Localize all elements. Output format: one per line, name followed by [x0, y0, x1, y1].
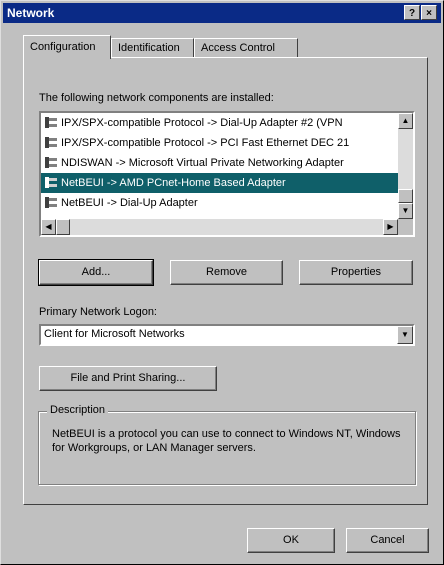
description-text: NetBEUI is a protocol you can use to con…	[52, 428, 401, 454]
help-button[interactable]: ?	[404, 5, 420, 20]
list-item-label: NDISWAN -> Microsoft Virtual Private Net…	[61, 157, 344, 169]
components-label: The following network components are ins…	[39, 92, 274, 104]
add-button[interactable]: Add...	[38, 259, 154, 286]
scrollbar-corner	[398, 219, 413, 235]
title-bar[interactable]: Network ? ×	[3, 3, 441, 23]
scroll-up-arrow-icon[interactable]: ▲	[398, 113, 413, 129]
list-item-label: IPX/SPX-compatible Protocol -> Dial-Up A…	[61, 117, 343, 129]
tab-access-control-label: Access Control	[201, 42, 275, 54]
scroll-left-arrow-icon[interactable]: ◀	[41, 219, 56, 235]
protocol-icon	[45, 177, 57, 188]
cancel-button[interactable]: Cancel	[346, 528, 429, 553]
scroll-thumb[interactable]	[398, 189, 413, 203]
horizontal-scrollbar[interactable]: ◀ ▶	[41, 219, 398, 235]
vertical-scrollbar[interactable]: ▲ ▼	[398, 113, 413, 219]
list-item-label: IPX/SPX-compatible Protocol -> PCI Fast …	[61, 137, 350, 149]
description-title: Description	[47, 404, 109, 416]
tab-identification[interactable]: Identification	[111, 38, 194, 58]
remove-button[interactable]: Remove	[170, 260, 283, 285]
protocol-icon	[45, 197, 57, 208]
tab-configuration[interactable]: Configuration	[23, 35, 111, 59]
primary-logon-value: Client for Microsoft Networks	[44, 328, 185, 340]
list-item[interactable]: NDISWAN -> Microsoft Virtual Private Net…	[41, 153, 398, 173]
tab-access-control[interactable]: Access Control	[194, 38, 298, 58]
protocol-icon	[45, 137, 57, 148]
tab-configuration-label: Configuration	[30, 41, 96, 53]
components-list[interactable]: IPX/SPX-compatible Protocol -> Dial-Up A…	[39, 111, 415, 237]
ok-button[interactable]: OK	[247, 528, 335, 553]
list-item-selected[interactable]: NetBEUI -> AMD PCnet-Home Based Adapter	[41, 173, 398, 193]
list-item[interactable]: IPX/SPX-compatible Protocol -> PCI Fast …	[41, 133, 398, 153]
primary-logon-select[interactable]: Client for Microsoft Networks ▼	[39, 324, 415, 346]
tab-identification-label: Identification	[118, 42, 180, 54]
network-dialog: Network ? × Configuration Identification…	[0, 0, 444, 565]
list-item[interactable]: IPX/SPX-compatible Protocol -> Dial-Up A…	[41, 113, 398, 133]
window-title: Network	[7, 6, 55, 20]
logon-label: Primary Network Logon:	[39, 306, 157, 318]
list-item-label: NetBEUI -> AMD PCnet-Home Based Adapter	[61, 177, 286, 189]
scroll-thumb[interactable]	[56, 219, 70, 235]
list-item-label: NetBEUI -> Dial-Up Adapter	[61, 197, 198, 209]
close-button[interactable]: ×	[421, 5, 437, 20]
properties-button[interactable]: Properties	[299, 260, 413, 285]
list-item[interactable]: NetBEUI -> Dial-Up Adapter	[41, 193, 398, 213]
protocol-icon	[45, 157, 57, 168]
protocol-icon	[45, 117, 57, 128]
scroll-right-arrow-icon[interactable]: ▶	[383, 219, 398, 235]
chevron-down-icon[interactable]: ▼	[397, 326, 413, 344]
file-print-sharing-button[interactable]: File and Print Sharing...	[39, 366, 217, 391]
scroll-down-arrow-icon[interactable]: ▼	[398, 203, 413, 219]
